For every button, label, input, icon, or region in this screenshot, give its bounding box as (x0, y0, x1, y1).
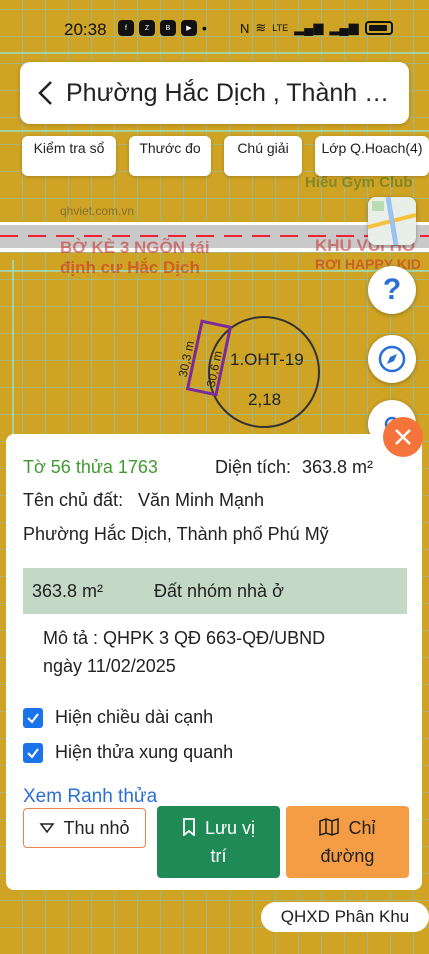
info-area: 363.8 m² (32, 580, 104, 601)
map-label: Hiếu Gym Club (305, 174, 413, 191)
collapse-label: Thu nhỏ (63, 818, 130, 838)
back-icon[interactable] (26, 73, 66, 113)
signal-icon: ▂▄▆ (329, 20, 359, 35)
bookmark-icon (183, 818, 195, 837)
system-icons: N ≋ LTE ▂▄▆ ▂▄▆ (240, 20, 393, 36)
chip-check-book[interactable]: Kiểm tra sổ (22, 136, 116, 176)
description-date: ngày 11/02/2025 (43, 656, 176, 676)
map-line (0, 130, 429, 132)
owner-name: Văn Minh Mạnh (138, 490, 265, 510)
zalo-icon: Z (139, 20, 155, 36)
parcel-number: Tờ 56 thửa 1763 (23, 457, 158, 477)
close-sheet-button[interactable] (383, 417, 423, 457)
status-bar: 20:38 f Z B ▶ • N ≋ LTE ▂▄▆ ▂▄▆ (0, 14, 429, 44)
location-title[interactable]: Phường Hắc Dịch , Thành phố Phú Mỹ (66, 79, 401, 108)
map-thumb-icon (368, 197, 416, 245)
dot-icon: • (202, 20, 207, 36)
map-icon (319, 817, 340, 837)
map-type-button[interactable] (368, 197, 416, 245)
area-value: 363.8 m² (302, 457, 374, 477)
chip-legend[interactable]: Chú giải (224, 136, 302, 176)
map-line (12, 260, 14, 460)
question-icon: ? (382, 273, 402, 306)
collapse-button[interactable]: Thu nhỏ (23, 808, 146, 848)
notification-icons: f Z B ▶ • (118, 20, 207, 36)
show-edge-length-label[interactable]: Hiện chiều dài cạnh (55, 707, 213, 728)
close-icon (395, 429, 411, 445)
nfc-icon: N (240, 20, 250, 36)
show-neighbors-label[interactable]: Hiện thửa xung quanh (55, 742, 233, 763)
map-label: BỜ KÈ 3 NGÕN tái (60, 238, 210, 257)
owner-label: Tên chủ đất: (23, 490, 124, 510)
land-type: Đất nhóm nhà ở (154, 580, 284, 601)
wifi-icon: ≋ (255, 20, 267, 35)
check-icon (27, 748, 39, 759)
save-location-button[interactable]: Lưu vị trí (157, 806, 280, 878)
signal-icon: ▂▄▆ (294, 20, 324, 35)
parcel-address: Phường Hắc Dịch, Thành phố Phú Mỹ (23, 524, 329, 544)
chip-layer[interactable]: Lớp Q.Hoach(4) (315, 136, 429, 176)
help-button[interactable]: ? (368, 266, 416, 314)
compass-button[interactable] (368, 335, 416, 383)
directions-button[interactable]: Chỉ đường (286, 806, 409, 878)
show-edge-length-checkbox[interactable] (23, 708, 43, 728)
planning-layer-tag[interactable]: QHXD Phân Khu (261, 902, 429, 932)
battery-icon (364, 21, 393, 35)
compass-icon (378, 345, 406, 373)
youtube-icon: ▶ (181, 20, 197, 36)
map-label: định cư Hắc Dịch (60, 258, 200, 277)
chip-ruler[interactable]: Thước đo (129, 136, 211, 176)
status-time: 20:38 (64, 20, 107, 39)
volte-icon: LTE (272, 23, 289, 33)
check-icon (27, 713, 39, 724)
location-header: Phường Hắc Dịch , Thành phố Phú Mỹ (20, 62, 409, 124)
land-info-bar: 363.8 m² Đất nhóm nhà ở (23, 568, 407, 614)
zone-value: 2,18 (248, 390, 282, 409)
show-neighbors-checkbox[interactable] (23, 743, 43, 763)
area-label: Diện tích: (215, 457, 292, 477)
description-line: Mô tả : QHPK 3 QĐ 663-QĐ/UBND (43, 628, 326, 648)
bao-moi-icon: B (160, 20, 176, 36)
chevron-down-icon (39, 823, 55, 834)
watermark: qhviet.com.vn (60, 204, 135, 218)
zone-code: 1.OHT-19 (230, 350, 304, 369)
facebook-icon: f (118, 20, 134, 36)
map-line (0, 52, 429, 54)
save-location-label: Lưu vị trí (204, 818, 256, 866)
view-boundary-link[interactable]: Xem Ranh thửa (23, 786, 157, 808)
